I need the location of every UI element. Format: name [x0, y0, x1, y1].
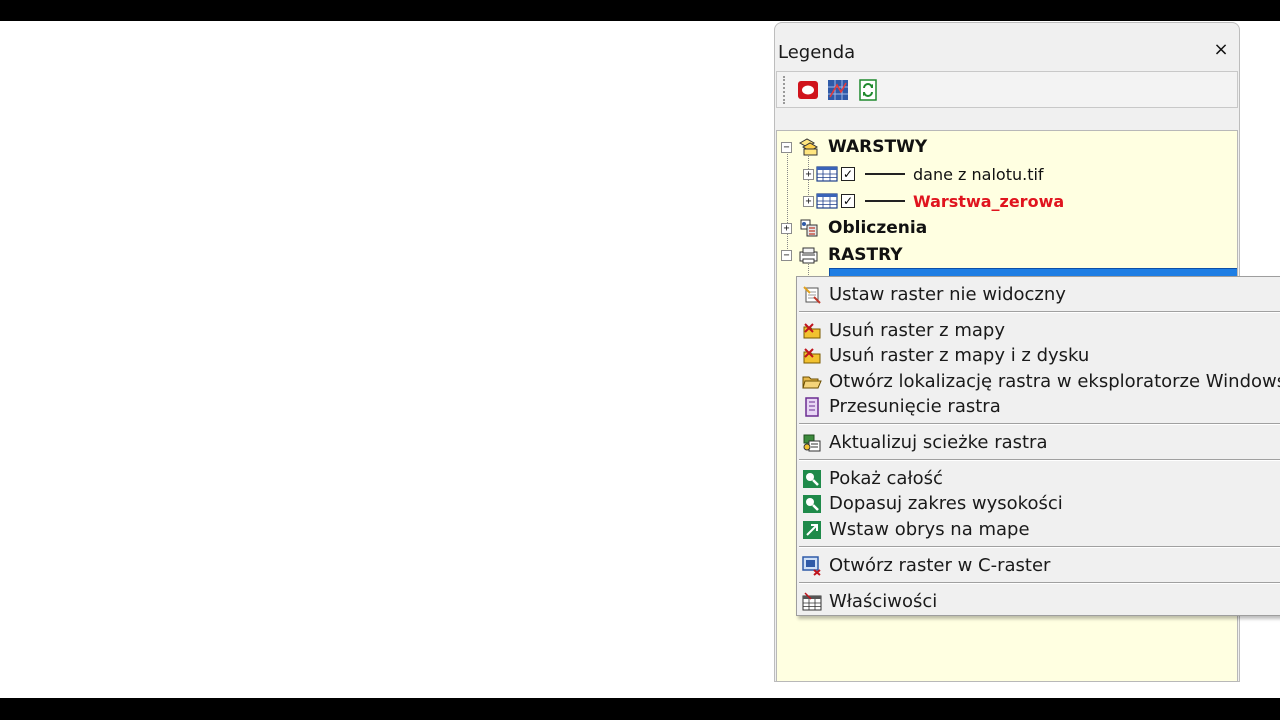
- open-folder-icon: [802, 372, 822, 392]
- delete-from-disk-icon: [802, 346, 822, 366]
- properties-icon: [802, 591, 822, 612]
- raster-group-icon: [798, 245, 820, 265]
- menu-label: Otwórz lokalizację rastra w eksploratorz…: [829, 371, 1280, 392]
- group-label: WARSTWY: [828, 137, 928, 157]
- refresh-document-icon[interactable]: [857, 79, 879, 101]
- remove-from-map-icon: [802, 321, 822, 341]
- menu-separator: [799, 459, 1280, 461]
- zoom-extent-icon: [802, 469, 822, 489]
- line-symbol: [865, 173, 905, 175]
- map-grid-icon[interactable]: [827, 79, 849, 101]
- menu-label: Usuń raster z mapy i z dysku: [829, 345, 1090, 366]
- menu-separator: [799, 582, 1280, 584]
- menu-item-show-all[interactable]: Pokaż całość: [797, 466, 1280, 491]
- menu-item-fit-height[interactable]: Dopasuj zakres wysokości: [797, 491, 1280, 516]
- menu-label: Właściwości: [829, 591, 938, 612]
- menu-label: Otwórz raster w C-raster: [829, 555, 1051, 576]
- layers-folder-icon: [798, 137, 820, 157]
- menu-label: Usuń raster z mapy: [829, 320, 1005, 341]
- red-oval-icon[interactable]: [797, 79, 819, 101]
- line-symbol: [865, 200, 905, 202]
- insert-outline-icon: [802, 520, 822, 540]
- expand-toggle[interactable]: +: [781, 222, 792, 234]
- group-label: RASTRY: [828, 245, 903, 265]
- menu-separator: [799, 423, 1280, 425]
- shift-raster-icon: [802, 396, 822, 417]
- collapse-toggle[interactable]: −: [781, 141, 792, 153]
- menu-label: Wstaw obrys na mape: [829, 519, 1030, 540]
- menu-separator: [799, 311, 1280, 313]
- expand-toggle[interactable]: +: [803, 195, 814, 207]
- tree-group-warstwy[interactable]: − WARSTWY: [781, 135, 927, 159]
- context-menu: Ustaw raster nie widoczny Usuń raster z …: [796, 276, 1280, 616]
- table-icon: [816, 166, 838, 182]
- visibility-checkbox[interactable]: ✓: [841, 167, 855, 181]
- collapse-toggle[interactable]: −: [781, 249, 792, 261]
- menu-item-hide-raster[interactable]: Ustaw raster nie widoczny: [797, 282, 1280, 307]
- tree-layer-warstwa-zerowa[interactable]: + ✓ Warstwa_zerowa: [803, 189, 1064, 213]
- tree-group-rastry[interactable]: − RASTRY: [781, 243, 903, 267]
- letterbox-bar: [0, 698, 1280, 720]
- group-label: Obliczenia: [828, 218, 928, 238]
- close-icon[interactable]: ×: [1211, 39, 1231, 61]
- menu-item-insert-outline[interactable]: Wstaw obrys na mape: [797, 517, 1280, 542]
- menu-label: Ustaw raster nie widoczny: [829, 284, 1066, 305]
- visibility-checkbox[interactable]: ✓: [841, 194, 855, 208]
- menu-item-update-path[interactable]: Aktualizuj scieżke rastra: [797, 430, 1280, 455]
- legend-toolbar: [776, 71, 1238, 108]
- legend-title: Legenda: [778, 42, 856, 63]
- tree-connector: [787, 147, 788, 257]
- menu-item-remove-raster[interactable]: Usuń raster z mapy: [797, 318, 1280, 343]
- table-icon: [816, 193, 838, 209]
- screen: Legenda × − WARSTWY + ✓ dane z nalotu.ti…: [0, 0, 1280, 720]
- expand-toggle[interactable]: +: [803, 168, 814, 180]
- toolbar-grip[interactable]: [783, 76, 785, 104]
- calculator-group-icon: [798, 218, 820, 238]
- layer-label: Warstwa_zerowa: [913, 191, 1065, 211]
- open-c-raster-icon: [802, 555, 822, 576]
- menu-item-delete-raster-disk[interactable]: Usuń raster z mapy i z dysku: [797, 343, 1280, 368]
- hide-raster-icon: [802, 285, 822, 305]
- menu-label: Przesunięcie rastra: [829, 396, 1001, 417]
- menu-item-properties[interactable]: Właściwości: [797, 589, 1280, 614]
- menu-separator: [799, 546, 1280, 548]
- update-path-icon: [802, 433, 822, 453]
- menu-label: Dopasuj zakres wysokości: [829, 493, 1063, 514]
- menu-label: Pokaż całość: [829, 468, 943, 489]
- fit-height-range-icon: [802, 494, 822, 514]
- menu-label: Aktualizuj scieżke rastra: [829, 432, 1048, 453]
- menu-item-shift-raster[interactable]: Przesunięcie rastra: [797, 394, 1280, 419]
- tree-layer-dane-z-nalotu[interactable]: + ✓ dane z nalotu.tif: [803, 162, 1044, 186]
- menu-item-open-c-raster[interactable]: Otwórz raster w C-raster: [797, 553, 1280, 578]
- menu-item-open-location[interactable]: Otwórz lokalizację rastra w eksploratorz…: [797, 369, 1280, 394]
- layer-label: dane z nalotu.tif: [913, 164, 1044, 184]
- tree-group-obliczenia[interactable]: + Obliczenia: [781, 216, 927, 240]
